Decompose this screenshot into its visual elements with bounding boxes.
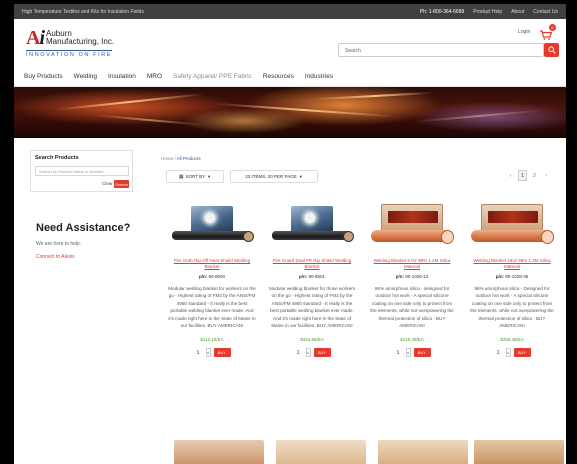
connect-link[interactable]: Connect to Alexis [36, 254, 75, 260]
search-products-panel: Search Products Search by Product Name o… [30, 150, 133, 192]
product-card: Fire Guard Dual FR Rip Shield Welding Bl… [262, 200, 362, 358]
quantity-input[interactable]: 1 [194, 350, 203, 356]
logo-mark: Ai [26, 27, 45, 49]
pager-page-1[interactable]: 1 [518, 170, 527, 181]
breadcrumb-current[interactable]: All Products [177, 156, 201, 161]
product-title-link[interactable]: Welding Blanket 8 Oz 98% 1.2M Silica Mat… [362, 258, 462, 270]
product-image[interactable] [467, 200, 557, 254]
part-number: p/n: 90-8500 [198, 274, 226, 279]
per-page-label: 23 ITEMS, 20 PER PAGE [245, 174, 297, 179]
add-to-cart-row: 1 ⇕ BUY [262, 348, 362, 358]
nav-item-welding[interactable]: Welding [74, 73, 97, 80]
product-price: $125.39/EA [400, 337, 424, 343]
pager-page-2[interactable]: 2 [530, 170, 539, 181]
nav-item-safety-apparel[interactable]: Safety Apparel/ PPE Fabric [173, 73, 252, 80]
logo-company-name: Auburn Manufacturing, Inc. [46, 29, 115, 46]
product-image[interactable] [267, 200, 357, 254]
pager-prev-button[interactable]: ‹ [506, 170, 515, 181]
browser-page: High Temperature Textiles and Kits for I… [14, 4, 566, 464]
buy-button[interactable]: BUY [413, 348, 431, 358]
buy-button[interactable]: BUY [313, 348, 331, 358]
top-bar: High Temperature Textiles and Kits for I… [14, 4, 566, 19]
part-number: p/n: 80-1028-13 [395, 274, 429, 279]
pagination: ‹ 1 2 › [506, 170, 551, 181]
product-title-link[interactable]: Fire Grab Rip-Off Heat Shield Welding Bl… [162, 258, 262, 270]
product-image[interactable] [276, 440, 366, 464]
product-description: 96% amorphous silica - Designed for outd… [470, 286, 554, 329]
chevron-down-icon: ▼ [298, 174, 303, 179]
product-card: Welding Blanket 8 Oz 98% 1.2M Silica Mat… [362, 200, 462, 358]
product-description: Modular welding blanket for those worker… [268, 286, 356, 329]
sort-by-label: SORT BY [185, 174, 206, 179]
phone-number[interactable]: Ph: 1-800-364-6689 [420, 9, 464, 15]
quantity-stepper[interactable]: ⇕ [205, 348, 211, 358]
search-button[interactable] [544, 43, 559, 57]
sort-by-dropdown[interactable]: ▦ SORT BY ▼ [166, 170, 224, 183]
add-to-cart-row: 1 ⇕ BUY [462, 348, 562, 358]
nav-item-mro[interactable]: MRO [147, 73, 162, 80]
pager-next-button[interactable]: › [542, 170, 551, 181]
add-to-cart-row: 1 ⇕ BUY [162, 348, 262, 358]
quantity-stepper[interactable]: ⇕ [405, 348, 411, 358]
buy-button[interactable]: BUY [213, 348, 231, 358]
assistance-text: We are here to help. [36, 241, 82, 247]
login-link[interactable]: Login [518, 29, 530, 35]
clear-button[interactable]: Clear [102, 181, 113, 186]
breadcrumb-separator: / [174, 156, 176, 161]
product-image[interactable] [367, 200, 457, 254]
part-number: p/n: 80-1028-35 [495, 274, 529, 279]
product-image[interactable] [474, 440, 564, 464]
product-price: $255.48/EA [500, 337, 524, 343]
quantity-input[interactable]: 1 [294, 350, 303, 356]
product-title-link[interactable]: Fire Guard Dual FR Rip Shield Welding Bl… [262, 258, 362, 270]
product-image[interactable] [167, 200, 257, 254]
hero-banner [14, 87, 566, 138]
product-price: $344.85/EA [300, 337, 324, 343]
cart-icon[interactable]: 0 [540, 24, 556, 40]
cart-count-badge: 0 [549, 24, 556, 31]
product-search-button[interactable]: Search [114, 180, 129, 188]
chevron-down-icon: ▼ [207, 174, 212, 179]
product-title-link[interactable]: Welding Blanket 18oz 98% 1.2M Silica Mat… [462, 258, 562, 270]
quantity-stepper[interactable]: ⇕ [505, 348, 511, 358]
nav-item-resources[interactable]: Resources [263, 73, 294, 80]
buy-button[interactable]: BUY [513, 348, 531, 358]
quantity-stepper[interactable]: ⇕ [305, 348, 311, 358]
main-nav: Buy Products Welding Insulation MRO Safe… [14, 67, 566, 87]
top-links: Ph: 1-800-364-6689 Product Help About Co… [420, 9, 558, 15]
quantity-input[interactable]: 1 [394, 350, 403, 356]
top-link-contact[interactable]: Contact Us [533, 9, 558, 15]
search-input[interactable]: Search [338, 43, 544, 57]
add-to-cart-row: 1 ⇕ BUY [362, 348, 462, 358]
nav-item-insulation[interactable]: Insulation [108, 73, 136, 80]
product-image[interactable] [378, 440, 468, 464]
company-logo[interactable]: Ai Auburn Manufacturing, Inc. INNOVATION… [26, 27, 115, 58]
product-description: 96% amorphous silica - designed for outd… [370, 286, 454, 329]
nav-item-buy-products[interactable]: Buy Products [24, 73, 63, 80]
breadcrumb: Home / All Products [161, 156, 201, 161]
top-link-product-help[interactable]: Product Help [473, 9, 502, 15]
breadcrumb-home[interactable]: Home [161, 156, 173, 161]
quantity-input[interactable]: 1 [494, 350, 503, 356]
sort-grid-icon: ▦ [178, 173, 184, 180]
product-price: $112.16/EA [200, 337, 224, 343]
product-card: Fire Grab Rip-Off Heat Shield Welding Bl… [162, 200, 262, 358]
search-products-title: Search Products [35, 155, 79, 161]
product-search-field[interactable]: Search by Product Name or Number [35, 166, 129, 176]
items-per-page-dropdown[interactable]: 23 ITEMS, 20 PER PAGE ▼ [230, 170, 318, 183]
part-number: p/n: 90-8501 [298, 274, 326, 279]
product-image[interactable] [174, 440, 264, 464]
search-icon [547, 46, 556, 54]
need-assistance-heading: Need Assistance? [36, 222, 131, 234]
logo-tagline: INNOVATION ON FIRE [26, 50, 113, 58]
announcement-text: High Temperature Textiles and Kits for I… [22, 8, 144, 15]
product-card: Welding Blanket 18oz 98% 1.2M Silica Mat… [462, 200, 562, 358]
nav-item-industries[interactable]: Industries [305, 73, 333, 80]
top-link-about[interactable]: About [511, 9, 524, 15]
site-header: Ai Auburn Manufacturing, Inc. INNOVATION… [14, 19, 566, 64]
product-description: Modular welding blanket for workers on t… [168, 286, 256, 329]
